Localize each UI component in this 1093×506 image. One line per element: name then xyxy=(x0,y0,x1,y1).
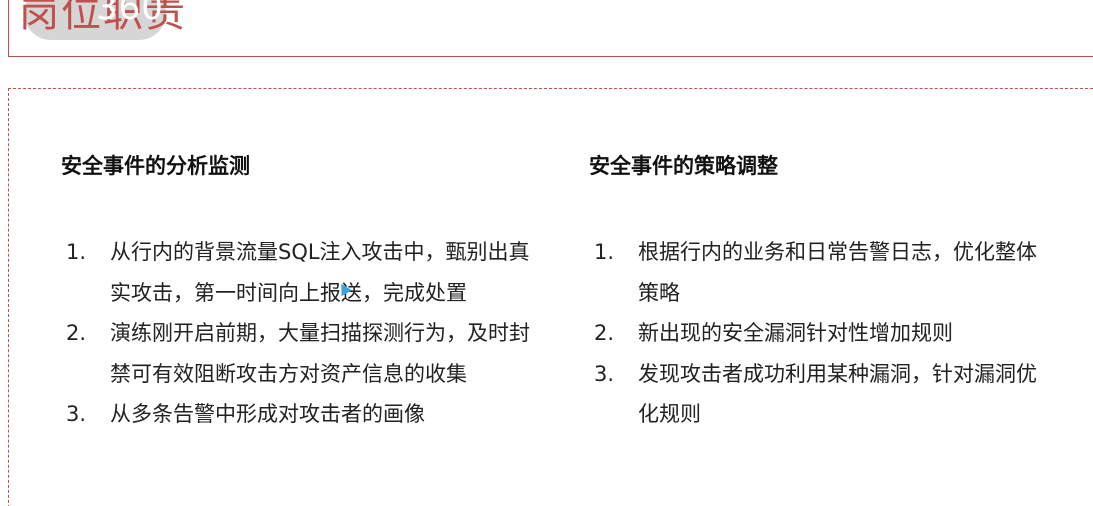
list-item: 3. 发现攻击者成功利用某种漏洞，针对漏洞优化规则 xyxy=(589,354,1048,435)
item-text: 发现攻击者成功利用某种漏洞，针对漏洞优化规则 xyxy=(638,361,1037,427)
left-column: 安全事件的分析监测 1. 从行内的背景流量SQL注入攻击中，甄别出真实攻击，第一… xyxy=(61,150,561,426)
left-duty-list: 1. 从行内的背景流量SQL注入攻击中，甄别出真实攻击，第一时间向上报送，完成处… xyxy=(61,232,540,435)
item-number: 3. xyxy=(594,361,615,386)
item-text: 从行内的背景流量SQL注入攻击中，甄别出真实攻击，第一时间向上报送，完成处置 xyxy=(110,240,530,305)
right-column: 安全事件的策略调整 1. 根据行内的业务和日常告警日志，优化整体策略 2. 新出… xyxy=(589,150,1069,426)
slide-page: 岗位职责 360 安全事件的分析监测 1. 从行内的背景流量SQL注入攻击中，甄… xyxy=(0,0,1093,506)
item-text: 根据行内的业务和日常告警日志，优化整体策略 xyxy=(638,240,1037,305)
item-text: 从多条告警中形成对攻击者的画像 xyxy=(110,402,425,426)
item-number: 1. xyxy=(594,240,615,264)
list-item: 2. 新出现的安全漏洞针对性增加规则 xyxy=(589,313,1048,354)
right-column-heading: 安全事件的策略调整 xyxy=(589,154,778,178)
right-duty-list: 1. 根据行内的业务和日常告警日志，优化整体策略 2. 新出现的安全漏洞针对性增… xyxy=(589,232,1048,435)
watermark-logo-text: 360 xyxy=(96,0,164,28)
list-item: 2. 演练刚开启前期，大量扫描探测行为，及时封禁可有效阻断攻击方对资产信息的收集 xyxy=(61,313,540,394)
list-item: 1. 从行内的背景流量SQL注入攻击中，甄别出真实攻击，第一时间向上报送，完成处… xyxy=(61,232,540,313)
item-text: 演练刚开启前期，大量扫描探测行为，及时封禁可有效阻断攻击方对资产信息的收集 xyxy=(110,321,530,386)
list-item: 1. 根据行内的业务和日常告警日志，优化整体策略 xyxy=(589,232,1048,313)
item-text: 新出现的安全漏洞针对性增加规则 xyxy=(638,321,953,345)
list-item: 3. 从多条告警中形成对攻击者的画像 xyxy=(61,394,540,435)
left-column-heading: 安全事件的分析监测 xyxy=(61,154,250,178)
item-number: 2. xyxy=(594,321,615,345)
item-number: 2. xyxy=(66,321,87,345)
item-number: 3. xyxy=(66,402,87,426)
item-number: 1. xyxy=(66,240,87,264)
